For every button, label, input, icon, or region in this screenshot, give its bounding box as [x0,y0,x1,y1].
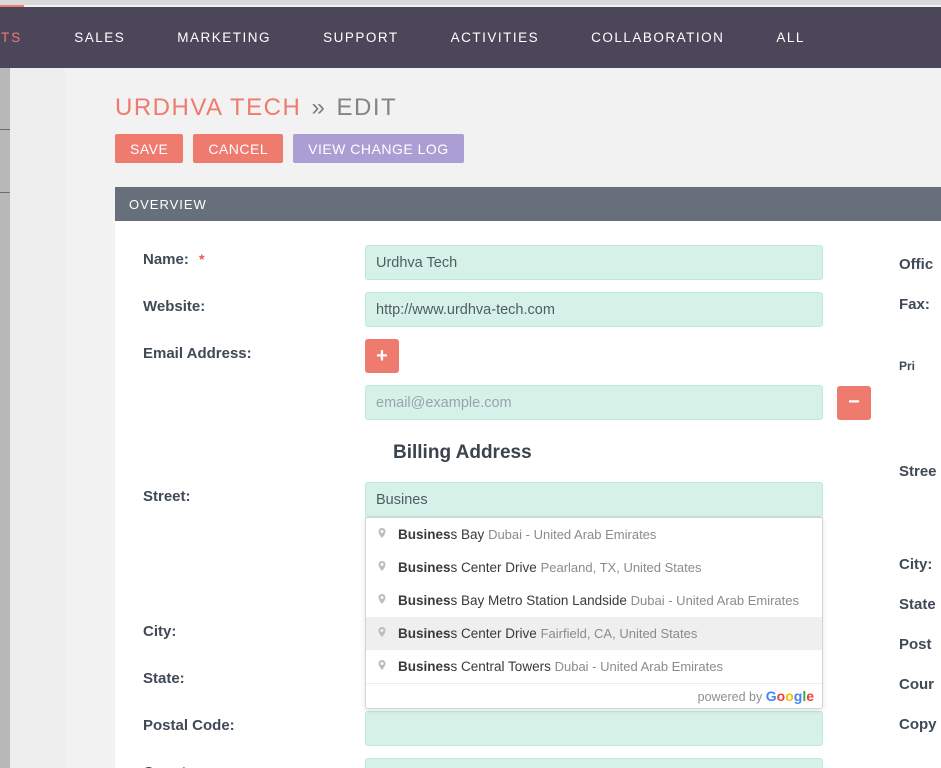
breadcrumb: URDHVA TECH » EDIT [115,94,941,122]
field-street: Business Bay Dubai - United Arab Emirate… [365,482,825,517]
label-primary: Pri [899,359,941,373]
autocomplete-dropdown: Business Bay Dubai - United Arab Emirate… [365,517,823,709]
powered-by-text: powered by [698,690,766,704]
cancel-button[interactable]: CANCEL [193,134,283,163]
label-city-right: City: [899,556,941,573]
label-postal-right: Post [899,636,941,653]
label-country: Country: [143,758,365,768]
label-name-text: Name: [143,251,189,268]
row-website: Website: [143,292,941,327]
country-input[interactable] [365,758,823,768]
email-input[interactable] [365,385,823,420]
breadcrumb-brand[interactable]: URDHVA TECH [115,94,301,121]
row-email-label: Email Address: + [143,339,941,373]
left-sidebar-strip [0,68,10,768]
action-buttons: SAVE CANCEL VIEW CHANGE LOG [115,134,941,163]
overview-title: OVERVIEW [129,197,207,212]
row-country: Country: [143,758,941,768]
street-input[interactable] [365,482,823,517]
required-marker: * [193,251,204,267]
postal-input[interactable] [365,711,823,746]
row-street: Street: Business Bay Dubai - United Arab… [143,482,941,517]
add-email-button[interactable]: + [365,339,399,373]
content-area: URDHVA TECH » EDIT SAVE CANCEL VIEW CHAN… [65,68,941,768]
nav-list: TS SALES MARKETING SUPPORT ACTIVITIES CO… [0,7,941,68]
label-city: City: [143,617,365,640]
label-fax: Fax: [899,296,941,313]
right-column-cut: Offic Fax: Pri Stree City: State Post Co… [899,248,941,756]
label-name: Name: * [143,245,365,268]
field-website [365,292,825,327]
autocomplete-main: Business Center Drive Pearland, TX, Unit… [398,560,702,575]
row-email-entry: − [143,385,941,420]
nav-item-marketing[interactable]: MARKETING [151,7,297,68]
row-name: Name: * [143,245,941,280]
autocomplete-item[interactable]: Business Center Drive Pearland, TX, Unit… [366,551,822,584]
label-copy: Copy [899,716,941,733]
overview-section-header: OVERVIEW [115,187,941,221]
nav-item-accounts[interactable]: TS [0,7,48,68]
label-street-right: Stree [899,463,941,480]
billing-address-header: Billing Address [393,442,941,464]
field-email-add: + [365,339,825,373]
map-pin-icon [376,525,390,544]
autocomplete-main: Business Bay Metro Station Landside Duba… [398,593,799,608]
autocomplete-item[interactable]: Business Bay Dubai - United Arab Emirate… [366,518,822,551]
map-pin-icon [376,657,390,676]
label-street: Street: [143,482,365,505]
field-country [365,758,825,768]
autocomplete-main: Business Center Drive Fairfield, CA, Uni… [398,626,697,641]
minus-icon: − [848,391,860,414]
autocomplete-item[interactable]: Business Bay Metro Station Landside Duba… [366,584,822,617]
remove-email-button[interactable]: − [837,386,871,420]
view-changelog-button[interactable]: VIEW CHANGE LOG [293,134,464,163]
label-state-right: State [899,596,941,613]
label-office-phone: Offic [899,256,941,273]
map-pin-icon [376,558,390,577]
save-button[interactable]: SAVE [115,134,183,163]
field-postal [365,711,825,746]
google-logo: Google [766,688,814,704]
nav-item-support[interactable]: SUPPORT [297,7,425,68]
autocomplete-item[interactable]: Business Central Towers Dubai - United A… [366,650,822,683]
row-postal: Postal Code: [143,711,941,746]
nav-item-collaboration[interactable]: COLLABORATION [565,7,750,68]
label-postal: Postal Code: [143,711,365,734]
map-pin-icon [376,624,390,643]
label-state: State: [143,664,365,687]
breadcrumb-page: EDIT [337,94,398,121]
field-name [365,245,825,280]
website-input[interactable] [365,292,823,327]
label-email: Email Address: [143,339,365,362]
nav-item-activities[interactable]: ACTIVITIES [425,7,566,68]
plus-icon: + [376,345,388,368]
main-navbar: TS SALES MARKETING SUPPORT ACTIVITIES CO… [0,7,941,68]
overview-panel: Name: * Website: Email Address: [115,221,941,768]
autocomplete-main: Business Bay Dubai - United Arab Emirate… [398,527,656,542]
autocomplete-main: Business Central Towers Dubai - United A… [398,659,723,674]
autocomplete-footer: powered by Google [366,683,822,708]
nav-item-all[interactable]: ALL [750,7,831,68]
app-window: TS SALES MARKETING SUPPORT ACTIVITIES CO… [0,0,941,768]
name-input[interactable] [365,245,823,280]
left-sidebar-sep [0,129,10,130]
nav-item-sales[interactable]: SALES [48,7,151,68]
email-entry: − [365,385,871,420]
left-sidebar-sep [0,192,10,193]
autocomplete-item[interactable]: Business Center Drive Fairfield, CA, Uni… [366,617,822,650]
map-pin-icon [376,591,390,610]
spacer [143,385,365,391]
breadcrumb-sep: » [309,94,328,121]
label-website: Website: [143,292,365,315]
label-country-right: Cour [899,676,941,693]
